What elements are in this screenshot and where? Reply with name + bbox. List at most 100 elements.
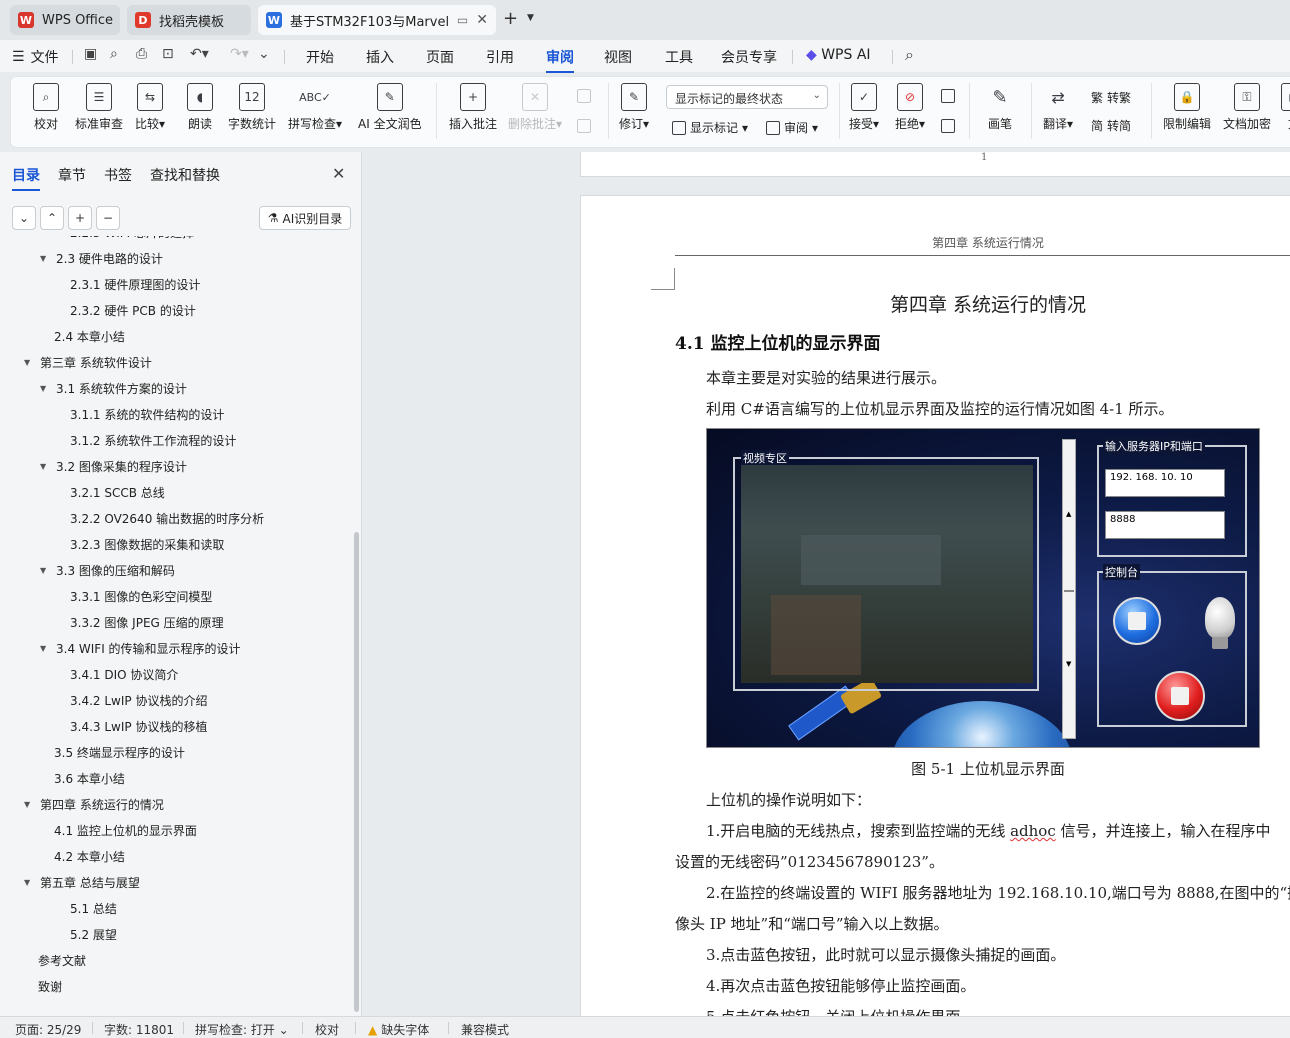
toc-item[interactable]: 2.4 本章小结 <box>54 326 125 346</box>
doc-more-button[interactable]: ▢文 <box>1281 83 1290 132</box>
toc-item[interactable]: 2.3.2 硬件 PCB 的设计 <box>70 300 196 320</box>
expand-triangle-icon[interactable]: ▼ <box>24 800 34 809</box>
insert-comment-button[interactable]: + 插入批注 <box>449 83 497 132</box>
to-traditional-button[interactable]: 繁转繁 <box>1091 89 1131 106</box>
toc-item[interactable]: 3.4.2 LwIP 协议栈的介绍 <box>70 690 207 710</box>
markup-mode-select[interactable]: 显示标记的最终状态 ⌄ <box>666 85 828 109</box>
page-indicator[interactable]: 页面: 25/29 <box>15 1021 81 1038</box>
close-tab-icon[interactable]: ✕ <box>476 12 488 28</box>
menu-member[interactable]: 会员专享 <box>721 47 777 67</box>
document-page[interactable]: 第四章 系统运行情况 第四章 系统运行的情况 4.1 监控上位机的显示界面 本章… <box>580 195 1290 1016</box>
toc-item[interactable]: 3.1.2 系统软件工作流程的设计 <box>70 430 236 450</box>
toc-item[interactable]: ▼ 第三章 系统软件设计 <box>24 352 152 372</box>
proof-indicator[interactable]: 校对 <box>315 1021 339 1038</box>
tab-docer[interactable]: D 找稻壳模板 <box>127 5 251 35</box>
toc-item[interactable]: 3.6 本章小结 <box>54 768 125 788</box>
compat-mode-indicator[interactable]: 兼容模式 <box>461 1021 509 1038</box>
toc-item[interactable]: 3.2.2 OV2640 输出数据的时序分析 <box>70 508 264 528</box>
menu-view[interactable]: 视图 <box>604 47 632 67</box>
expand-triangle-icon[interactable]: ▼ <box>24 878 34 887</box>
translate-button[interactable]: ⇄ 翻译▾ <box>1043 83 1073 132</box>
proofread-button[interactable]: ⌕ 校对 <box>33 83 59 132</box>
tab-toc[interactable]: 目录 <box>12 165 40 191</box>
print-preview-icon[interactable]: ⊡ <box>162 46 174 62</box>
tab-document[interactable]: W 基于STM32F103与Marvell8 ▭ ✕ <box>258 5 496 35</box>
expand-triangle-icon[interactable]: ▼ <box>40 644 50 653</box>
toc-item[interactable]: ▼ 3.1 系统软件方案的设计 <box>40 378 187 398</box>
toc-item[interactable]: 3.3.2 图像 JPEG 压缩的原理 <box>70 612 224 632</box>
expand-triangle-icon[interactable]: ▼ <box>40 384 50 393</box>
toc-item[interactable]: ▼ 3.3 图像的压缩和解码 <box>40 560 175 580</box>
toc-item[interactable]: 3.2.3 图像数据的采集和读取 <box>70 534 224 554</box>
tab-wps-office[interactable]: W WPS Office <box>10 5 120 35</box>
standard-review-button[interactable]: ☰ 标准审查 <box>75 83 123 132</box>
toc-item[interactable]: ▼ 第四章 系统运行的情况 <box>24 794 164 814</box>
toc-item[interactable]: 参考文献 <box>38 950 86 970</box>
save-icon[interactable]: ▣ <box>84 46 97 62</box>
tab-find-replace[interactable]: 查找和替换 <box>150 165 220 185</box>
word-count-button[interactable]: 12 字数统计 <box>228 83 276 132</box>
undo-icon[interactable]: ↶▾ <box>190 46 209 62</box>
expand-triangle-icon[interactable]: ▼ <box>40 462 50 471</box>
toc-item[interactable]: 致谢 <box>38 976 62 996</box>
to-simplified-button[interactable]: 简转简 <box>1091 117 1131 134</box>
redo-icon[interactable]: ↷▾ <box>230 46 249 62</box>
track-changes-button[interactable]: ✎ 修订▾ <box>619 83 649 132</box>
prev-comment-button[interactable] <box>577 89 591 103</box>
toc-item[interactable]: 3.3.1 图像的色彩空间模型 <box>70 586 212 606</box>
ai-polish-button[interactable]: ✎ AI 全文润色 <box>358 83 422 132</box>
menu-wps-ai[interactable]: ◆ WPS AI <box>806 47 871 63</box>
review-pane-button[interactable]: 审阅 ▾ <box>766 119 818 136</box>
toc-item[interactable]: 3.4.3 LwIP 协议栈的移植 <box>70 716 207 736</box>
expand-up-button[interactable]: ⌃ <box>40 206 64 230</box>
toc-item[interactable]: 2.2.3 WIFI 芯片的选择 <box>70 236 194 242</box>
next-change-button[interactable] <box>941 119 955 133</box>
print-icon[interactable]: ⎙ <box>136 46 147 62</box>
toc-item[interactable]: 5.2 展望 <box>70 924 117 944</box>
toc-item[interactable]: 2.3.1 硬件原理图的设计 <box>70 274 200 294</box>
compare-button[interactable]: ⇆ 比较▾ <box>135 83 165 132</box>
export-icon[interactable]: ⌕ <box>110 46 118 62</box>
more-chevron-icon[interactable]: ⌄ <box>258 46 270 62</box>
tab-chapters[interactable]: 章节 <box>58 165 86 185</box>
toc-item[interactable]: 5.1 总结 <box>70 898 117 918</box>
toc-item[interactable]: 3.5 终端显示程序的设计 <box>54 742 185 762</box>
spell-check-button[interactable]: ABC✓ 拼写检查▾ <box>288 83 342 132</box>
toc-item[interactable]: ▼ 3.4 WIFI 的传输和显示程序的设计 <box>40 638 241 658</box>
toc-item[interactable]: 3.4.1 DIO 协议简介 <box>70 664 178 684</box>
doc-encrypt-button[interactable]: ⚿ 文档加密 <box>1223 83 1271 132</box>
expand-triangle-icon[interactable]: ▼ <box>24 358 34 367</box>
menu-insert[interactable]: 插入 <box>366 47 394 67</box>
prev-change-button[interactable] <box>941 89 955 103</box>
read-aloud-button[interactable]: ◖ 朗读 <box>187 83 213 132</box>
toc-item[interactable]: 4.1 监控上位机的显示界面 <box>54 820 197 840</box>
monitor-icon[interactable]: ▭ <box>457 13 468 27</box>
reject-button[interactable]: ⊘ 拒绝▾ <box>895 83 925 132</box>
add-heading-button[interactable]: + <box>68 206 92 230</box>
toc-item[interactable]: ▼ 3.2 图像采集的程序设计 <box>40 456 187 476</box>
menu-tools[interactable]: 工具 <box>665 47 693 67</box>
accept-button[interactable]: ✓ 接受▾ <box>849 83 879 132</box>
file-menu[interactable]: ☰ 文件 <box>12 47 59 67</box>
ink-button[interactable]: ✎ 画笔 <box>987 83 1013 132</box>
next-comment-button[interactable] <box>577 119 591 133</box>
ai-toc-button[interactable]: ⚗ AI识别目录 <box>259 206 351 230</box>
restrict-edit-button[interactable]: 🔒 限制编辑 <box>1163 83 1211 132</box>
remove-heading-button[interactable]: − <box>96 206 120 230</box>
spell-check-indicator[interactable]: 拼写检查: 打开 ⌄ <box>195 1021 289 1038</box>
search-icon[interactable]: ⌕ <box>905 45 914 65</box>
show-markup-button[interactable]: 显示标记 ▾ <box>672 119 748 136</box>
menu-reference[interactable]: 引用 <box>486 47 514 67</box>
menu-review[interactable]: 审阅 <box>546 47 574 73</box>
toc-item[interactable]: ▼ 第五章 总结与展望 <box>24 872 140 892</box>
missing-font-indicator[interactable]: ▲ 缺失字体 <box>368 1021 429 1038</box>
toc-item[interactable]: ▼ 2.3 硬件电路的设计 <box>40 248 163 268</box>
menu-page[interactable]: 页面 <box>426 47 454 67</box>
tab-bookmarks[interactable]: 书签 <box>104 165 132 185</box>
collapse-button[interactable]: ⌄ <box>12 206 36 230</box>
toc-item[interactable]: 3.1.1 系统的软件结构的设计 <box>70 404 224 424</box>
delete-comment-button[interactable]: ✕ 删除批注▾ <box>508 83 562 132</box>
menu-home[interactable]: 开始 <box>306 47 334 67</box>
close-pane-icon[interactable]: ✕ <box>332 164 345 183</box>
word-count-indicator[interactable]: 字数: 11801 <box>104 1021 174 1038</box>
